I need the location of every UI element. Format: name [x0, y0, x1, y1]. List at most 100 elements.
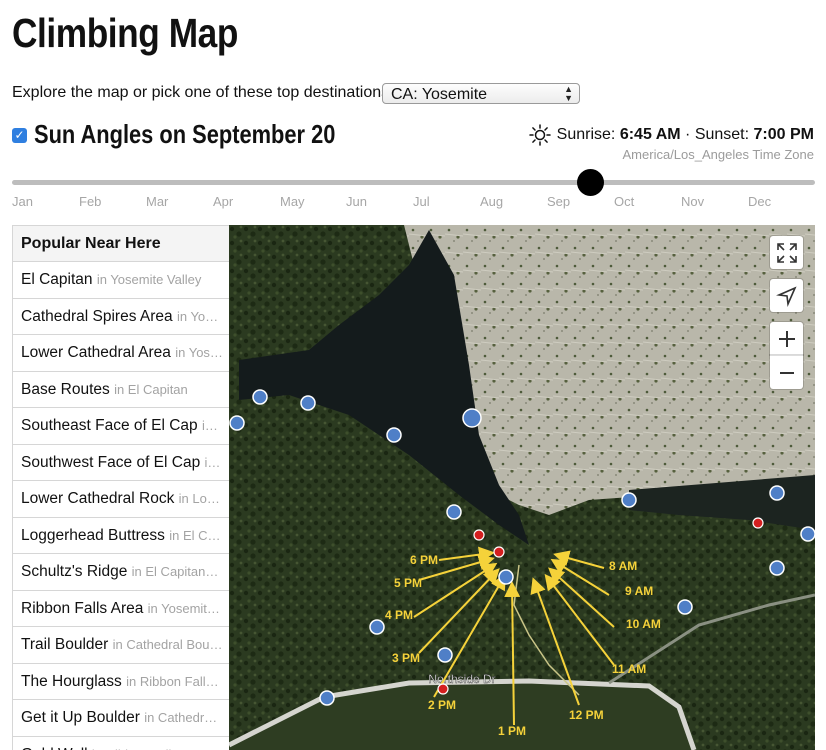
sidebar-item[interactable]: Southeast Face of El Cap i…: [13, 408, 230, 445]
month-label-jan: Jan: [12, 194, 33, 209]
sidebar-item[interactable]: Lower Cathedral Area in Yos…: [13, 335, 230, 372]
climbing-area-marker[interactable]: [386, 427, 402, 443]
sidebar-item-name: Lower Cathedral Area: [21, 344, 176, 361]
route-marker[interactable]: [493, 546, 505, 558]
map-canvas[interactable]: Northside Dr 8 AM 9 AM 10 AM 11 AM 12 PM 1 PM…: [229, 225, 815, 750]
climbing-area-marker[interactable]: [800, 526, 815, 542]
route-marker[interactable]: [752, 517, 764, 529]
sunset-label: Sunset:: [694, 126, 750, 143]
sidebar-item-name: El Capitan: [21, 271, 97, 288]
sidebar-header: Popular Near Here: [13, 225, 230, 262]
climbing-area-marker[interactable]: [498, 569, 514, 585]
sidebar-item-name: Ribbon Falls Area: [21, 599, 148, 617]
sun-time-label: 6 PM: [410, 553, 438, 567]
sun-time-label: 3 PM: [392, 651, 420, 665]
zoom-in-button[interactable]: [770, 322, 803, 355]
sidebar-item-area: in Yosemit…: [147, 600, 220, 616]
sunrise-time: 6:45 AM: [619, 126, 681, 143]
zoom-out-button[interactable]: [770, 355, 803, 389]
sidebar-item-name: Get it Up Boulder: [21, 709, 145, 726]
sidebar-item[interactable]: Base Routes in El Capitan: [13, 372, 230, 408]
minus-icon: [779, 371, 794, 374]
sun-angles-checkbox[interactable]: ✓: [12, 128, 27, 143]
sidebar-item-name: Gold Wall: [21, 746, 92, 750]
sidebar-item[interactable]: Cathedral Spires Area in Yo…: [13, 299, 230, 335]
sidebar-item-area: in El C…: [169, 527, 221, 543]
sidebar-item-area: i…: [204, 454, 221, 470]
sidebar-item[interactable]: Get it Up Boulder in Cathedr…: [13, 700, 230, 737]
sidebar-item-name: The Hourglass: [21, 672, 127, 690]
route-marker[interactable]: [437, 683, 449, 695]
sun-icon: [528, 124, 551, 146]
sidebar-item-area: in Yos…: [175, 345, 223, 360]
route-marker[interactable]: [473, 529, 485, 541]
sidebar-item-area: in Yo…: [176, 308, 219, 324]
month-label-feb: Feb: [79, 194, 102, 209]
sidebar-item-area: in Yosemite Valley: [96, 272, 202, 287]
sidebar-item-area: in Cathedral Bou…: [112, 637, 223, 652]
climbing-area-marker[interactable]: [300, 395, 316, 411]
locate-arrow-icon: [775, 285, 797, 307]
sidebar-item[interactable]: Ribbon Falls Area in Yosemit…: [13, 591, 230, 627]
sidebar-item[interactable]: Gold Wall in Ribbon Falls Area: [13, 737, 230, 750]
sidebar-item[interactable]: Schultz's Ridge in El Capitan…: [13, 554, 230, 591]
fullscreen-button[interactable]: [770, 236, 803, 269]
sidebar-item-area: in El Capitan…: [131, 564, 219, 579]
sidebar-item[interactable]: Southwest Face of El Cap i…: [13, 445, 230, 481]
sidebar-item[interactable]: El Capitan in Yosemite Valley: [13, 262, 230, 299]
satellite-map[interactable]: Northside Dr 8 AM 9 AM 10 AM 11 AM 12 PM 1 PM…: [229, 225, 815, 750]
sidebar-item[interactable]: Loggerhead Buttress in El C…: [13, 518, 230, 554]
date-slider-thumb[interactable]: [577, 169, 605, 196]
climbing-area-marker[interactable]: [369, 619, 385, 635]
climbing-area-marker[interactable]: [446, 504, 462, 520]
climbing-area-marker-large[interactable]: [462, 408, 482, 428]
sun-separator: ·: [685, 126, 691, 143]
select-arrows-icon: ▲ ▼: [564, 84, 573, 103]
sidebar-item[interactable]: The Hourglass in Ribbon Fall…: [13, 664, 230, 700]
sidebar-item-area: i…: [201, 418, 218, 433]
sidebar-item-area: in Ribbon Fall…: [126, 673, 219, 689]
sun-times: Sunrise: 6:45 AM · Sunset: 7:00 PM: [528, 124, 814, 146]
sun-angles-title: Sun Angles on September 20: [34, 119, 336, 149]
month-label-oct: Oct: [614, 194, 635, 209]
climbing-area-marker[interactable]: [319, 690, 335, 706]
date-slider-track[interactable]: [12, 180, 815, 185]
sidebar-item-name: Base Routes: [21, 380, 115, 398]
sidebar-item-name: Cathedral Spires Area: [21, 307, 177, 325]
explore-label: Explore the map or pick one of these top…: [12, 84, 394, 101]
sidebar-item-name: Trail Boulder: [21, 636, 113, 653]
destination-select[interactable]: CA: Yosemite ▲ ▼: [382, 83, 580, 104]
sun-time-label: 9 AM: [625, 584, 653, 598]
sunrise-label: Sunrise:: [556, 126, 616, 143]
climbing-area-marker[interactable]: [769, 560, 785, 576]
sidebar-item[interactable]: Lower Cathedral Rock in Lo…: [13, 481, 230, 518]
month-label-mar: Mar: [146, 194, 169, 209]
sidebar-item-area: in Ribbon Falls Area: [92, 747, 208, 750]
road-label: Northside Dr: [428, 672, 495, 686]
climbing-area-marker[interactable]: [252, 389, 268, 405]
climbing-area-marker[interactable]: [769, 485, 785, 501]
sun-time-label: 8 AM: [609, 559, 637, 573]
month-label-jun: Jun: [346, 194, 367, 209]
climbing-area-marker[interactable]: [677, 599, 693, 615]
month-label-jul: Jul: [413, 194, 430, 209]
sun-time-label: 4 PM: [385, 608, 413, 622]
climbing-area-marker[interactable]: [437, 647, 453, 663]
sunset-time: 7:00 PM: [753, 126, 814, 143]
sun-time-label: 12 PM: [569, 708, 604, 722]
sun-time-label: 5 PM: [394, 576, 422, 590]
sun-time-label: 2 PM: [428, 698, 456, 712]
month-label-sep: Sep: [547, 194, 571, 209]
sun-time-label: 11 AM: [612, 662, 646, 676]
climbing-area-marker[interactable]: [621, 492, 637, 508]
fullscreen-icon: [776, 242, 797, 263]
popular-sidebar: Popular Near Here El Capitan in Yosemite…: [12, 225, 230, 750]
month-label-may: May: [280, 194, 305, 209]
month-label-aug: Aug: [480, 194, 504, 209]
sun-time-label: 1 PM: [498, 724, 526, 738]
locate-button[interactable]: [770, 279, 803, 312]
sidebar-item-area: in El Capitan: [114, 381, 188, 397]
page-title: Climbing Map: [12, 10, 238, 56]
sidebar-item[interactable]: Trail Boulder in Cathedral Bou…: [13, 627, 230, 664]
climbing-area-marker[interactable]: [229, 415, 245, 431]
